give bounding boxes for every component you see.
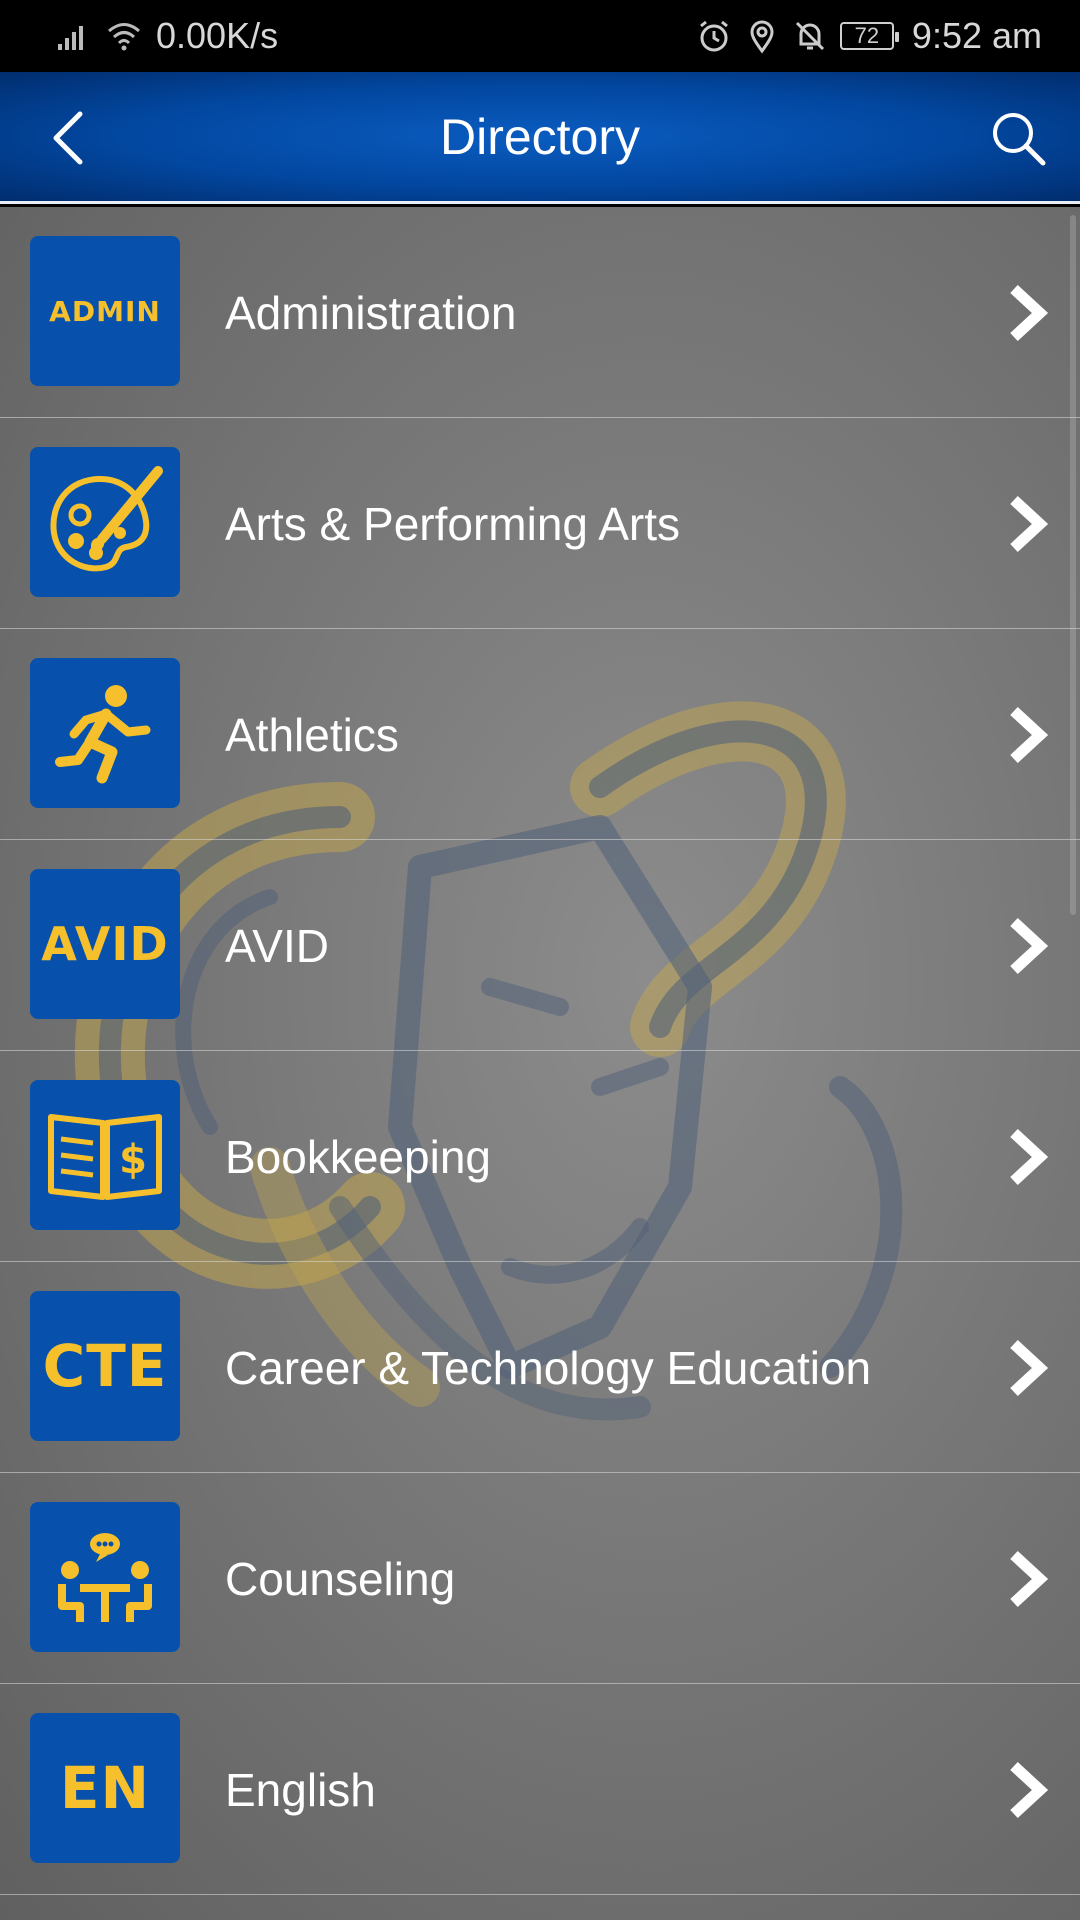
cte-icon-text: CTE [42, 1332, 168, 1400]
list-item-bookkeeping[interactable]: $ Bookkeeping [0, 1051, 1080, 1262]
directory-list[interactable]: ADMIN Administration Arts & Performing A… [0, 207, 1080, 1920]
status-right: 72 9:52 am [696, 15, 1042, 57]
palette-icon [30, 447, 180, 597]
list-item-english[interactable]: EN English [0, 1684, 1080, 1895]
avid-icon: AVID [30, 869, 180, 1019]
location-icon [750, 20, 774, 54]
battery-indicator: 72 [839, 22, 899, 50]
chevron-right-icon [1010, 1761, 1049, 1819]
people-talking-icon [58, 1533, 152, 1622]
signal-icon [58, 26, 83, 50]
chevron-right-icon [1010, 495, 1049, 553]
notifications-off-icon [795, 21, 824, 51]
ledger-book-icon: $ [30, 1080, 180, 1230]
list-item-label: English [225, 1763, 376, 1816]
list-item-cte[interactable]: CTE Career & Technology Education [0, 1262, 1080, 1473]
app-header: Directory [0, 72, 1080, 204]
chevron-right-icon [1010, 1128, 1049, 1186]
list-item-athletics[interactable]: Athletics [0, 629, 1080, 840]
list-item-avid[interactable]: AVID AVID [0, 840, 1080, 1051]
list-item-label: Bookkeeping [225, 1130, 491, 1183]
list-item-label: Career & Technology Education [225, 1341, 872, 1394]
list-item-label: Administration [225, 286, 517, 339]
chevron-right-icon [1010, 1550, 1049, 1608]
svg-text:$: $ [119, 1137, 147, 1183]
chevron-right-icon [1010, 917, 1049, 975]
chevron-right-icon [1010, 706, 1049, 764]
chevron-right-icon [1010, 1339, 1049, 1397]
list-item-label: AVID [225, 919, 329, 972]
running-person-icon [55, 685, 151, 784]
list-item-label: Counseling [225, 1552, 456, 1605]
chevron-right-icon [1010, 284, 1049, 342]
status-time: 9:52 am [911, 15, 1042, 56]
book-dollar-icon: $ [48, 1114, 162, 1200]
network-speed: 0.00K/s [156, 15, 279, 56]
counseling-icon [30, 1502, 180, 1652]
back-button[interactable] [36, 106, 100, 170]
cte-icon: CTE [30, 1291, 180, 1441]
runner-icon [30, 658, 180, 808]
status-bar: 0.00K/s 72 9:52 am [0, 0, 1080, 72]
chevron-left-icon [53, 111, 83, 165]
admin-icon: ADMIN [30, 236, 180, 386]
wifi-icon [108, 23, 140, 51]
search-icon [993, 113, 1046, 166]
list-item-arts[interactable]: Arts & Performing Arts [0, 418, 1080, 629]
search-button[interactable] [986, 106, 1050, 170]
avid-icon-text: AVID [41, 917, 169, 971]
list-item-administration[interactable]: ADMIN Administration [0, 207, 1080, 418]
list-item-label: Athletics [225, 708, 399, 761]
palette-brush-icon [50, 466, 163, 572]
english-icon: EN [30, 1713, 180, 1863]
page-title: Directory [439, 108, 641, 165]
list-item-label: Arts & Performing Arts [225, 497, 681, 550]
admin-icon-text: ADMIN [49, 294, 161, 328]
alarm-icon [699, 20, 728, 52]
status-left: 0.00K/s [56, 15, 278, 57]
english-icon-text: EN [59, 1754, 151, 1822]
list-item-counseling[interactable]: Counseling [0, 1473, 1080, 1684]
